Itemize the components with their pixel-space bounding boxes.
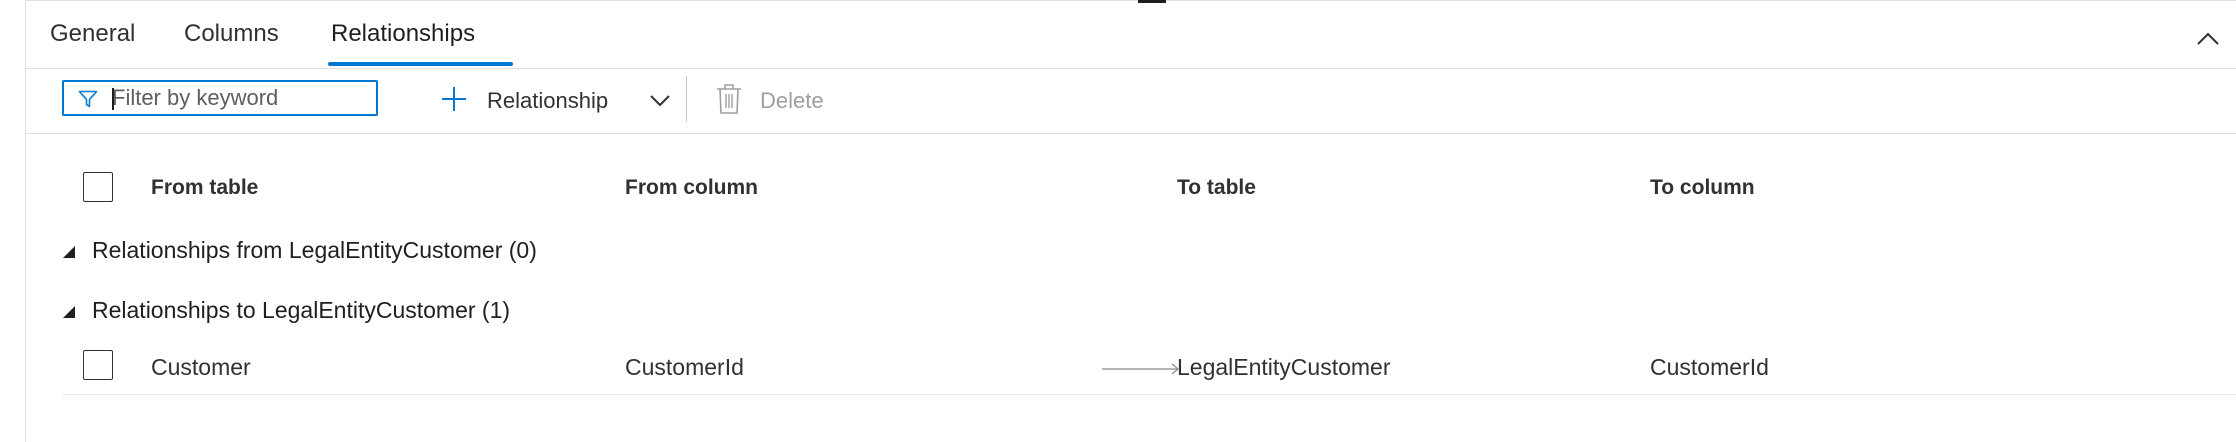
tab-relationships[interactable]: Relationships (331, 20, 475, 48)
select-all-checkbox[interactable] (83, 172, 113, 202)
column-header-from-table[interactable]: From table (151, 176, 258, 200)
group-label: Relationships from LegalEntityCustomer (… (92, 237, 537, 263)
relationships-grid: From table From column To table To colum… (26, 134, 2236, 442)
delete-button[interactable]: Delete (716, 79, 846, 119)
tab-columns[interactable]: Columns (184, 20, 279, 48)
triangle-expanded-icon[interactable] (62, 305, 76, 319)
cell-from-table: Customer (151, 354, 251, 380)
cell-to-column: CustomerId (1650, 354, 1769, 380)
column-header-to-column[interactable]: To column (1650, 176, 1755, 200)
filter-box[interactable] (62, 80, 378, 116)
tab-general[interactable]: General (50, 20, 135, 48)
row-checkbox[interactable] (83, 350, 113, 380)
arrow-right-icon (1102, 363, 1179, 375)
group-label: Relationships to LegalEntityCustomer (1) (92, 297, 511, 323)
trash-icon (717, 84, 741, 114)
toolbar-divider (686, 76, 687, 122)
add-relationship-label: Relationship (487, 88, 609, 113)
delete-label: Delete (760, 88, 824, 113)
toolbar: Relationship Delete (26, 69, 2236, 134)
triangle-expanded-icon[interactable] (62, 245, 76, 259)
column-header-from-column[interactable]: From column (625, 176, 758, 200)
text-cursor (112, 88, 114, 110)
table-row[interactable]: Customer CustomerId LegalEntityCustomer … (62, 338, 2236, 395)
filter-input[interactable] (112, 85, 367, 111)
tab-bar: General Columns Relationships (26, 0, 2236, 69)
cell-from-column: CustomerId (625, 354, 744, 380)
plus-icon (442, 87, 466, 111)
group-header[interactable]: Relationships from LegalEntityCustomer (… (26, 231, 2236, 271)
chevron-down-icon[interactable] (648, 90, 672, 110)
group-header[interactable]: Relationships to LegalEntityCustomer (1) (26, 291, 2236, 331)
cell-to-table: LegalEntityCustomer (1177, 354, 1391, 380)
active-tab-indicator (328, 62, 513, 66)
add-relationship-button[interactable]: Relationship (440, 79, 680, 119)
filter-icon (78, 90, 98, 108)
chevron-up-icon[interactable] (2194, 26, 2222, 54)
column-header-to-table[interactable]: To table (1177, 176, 1256, 200)
